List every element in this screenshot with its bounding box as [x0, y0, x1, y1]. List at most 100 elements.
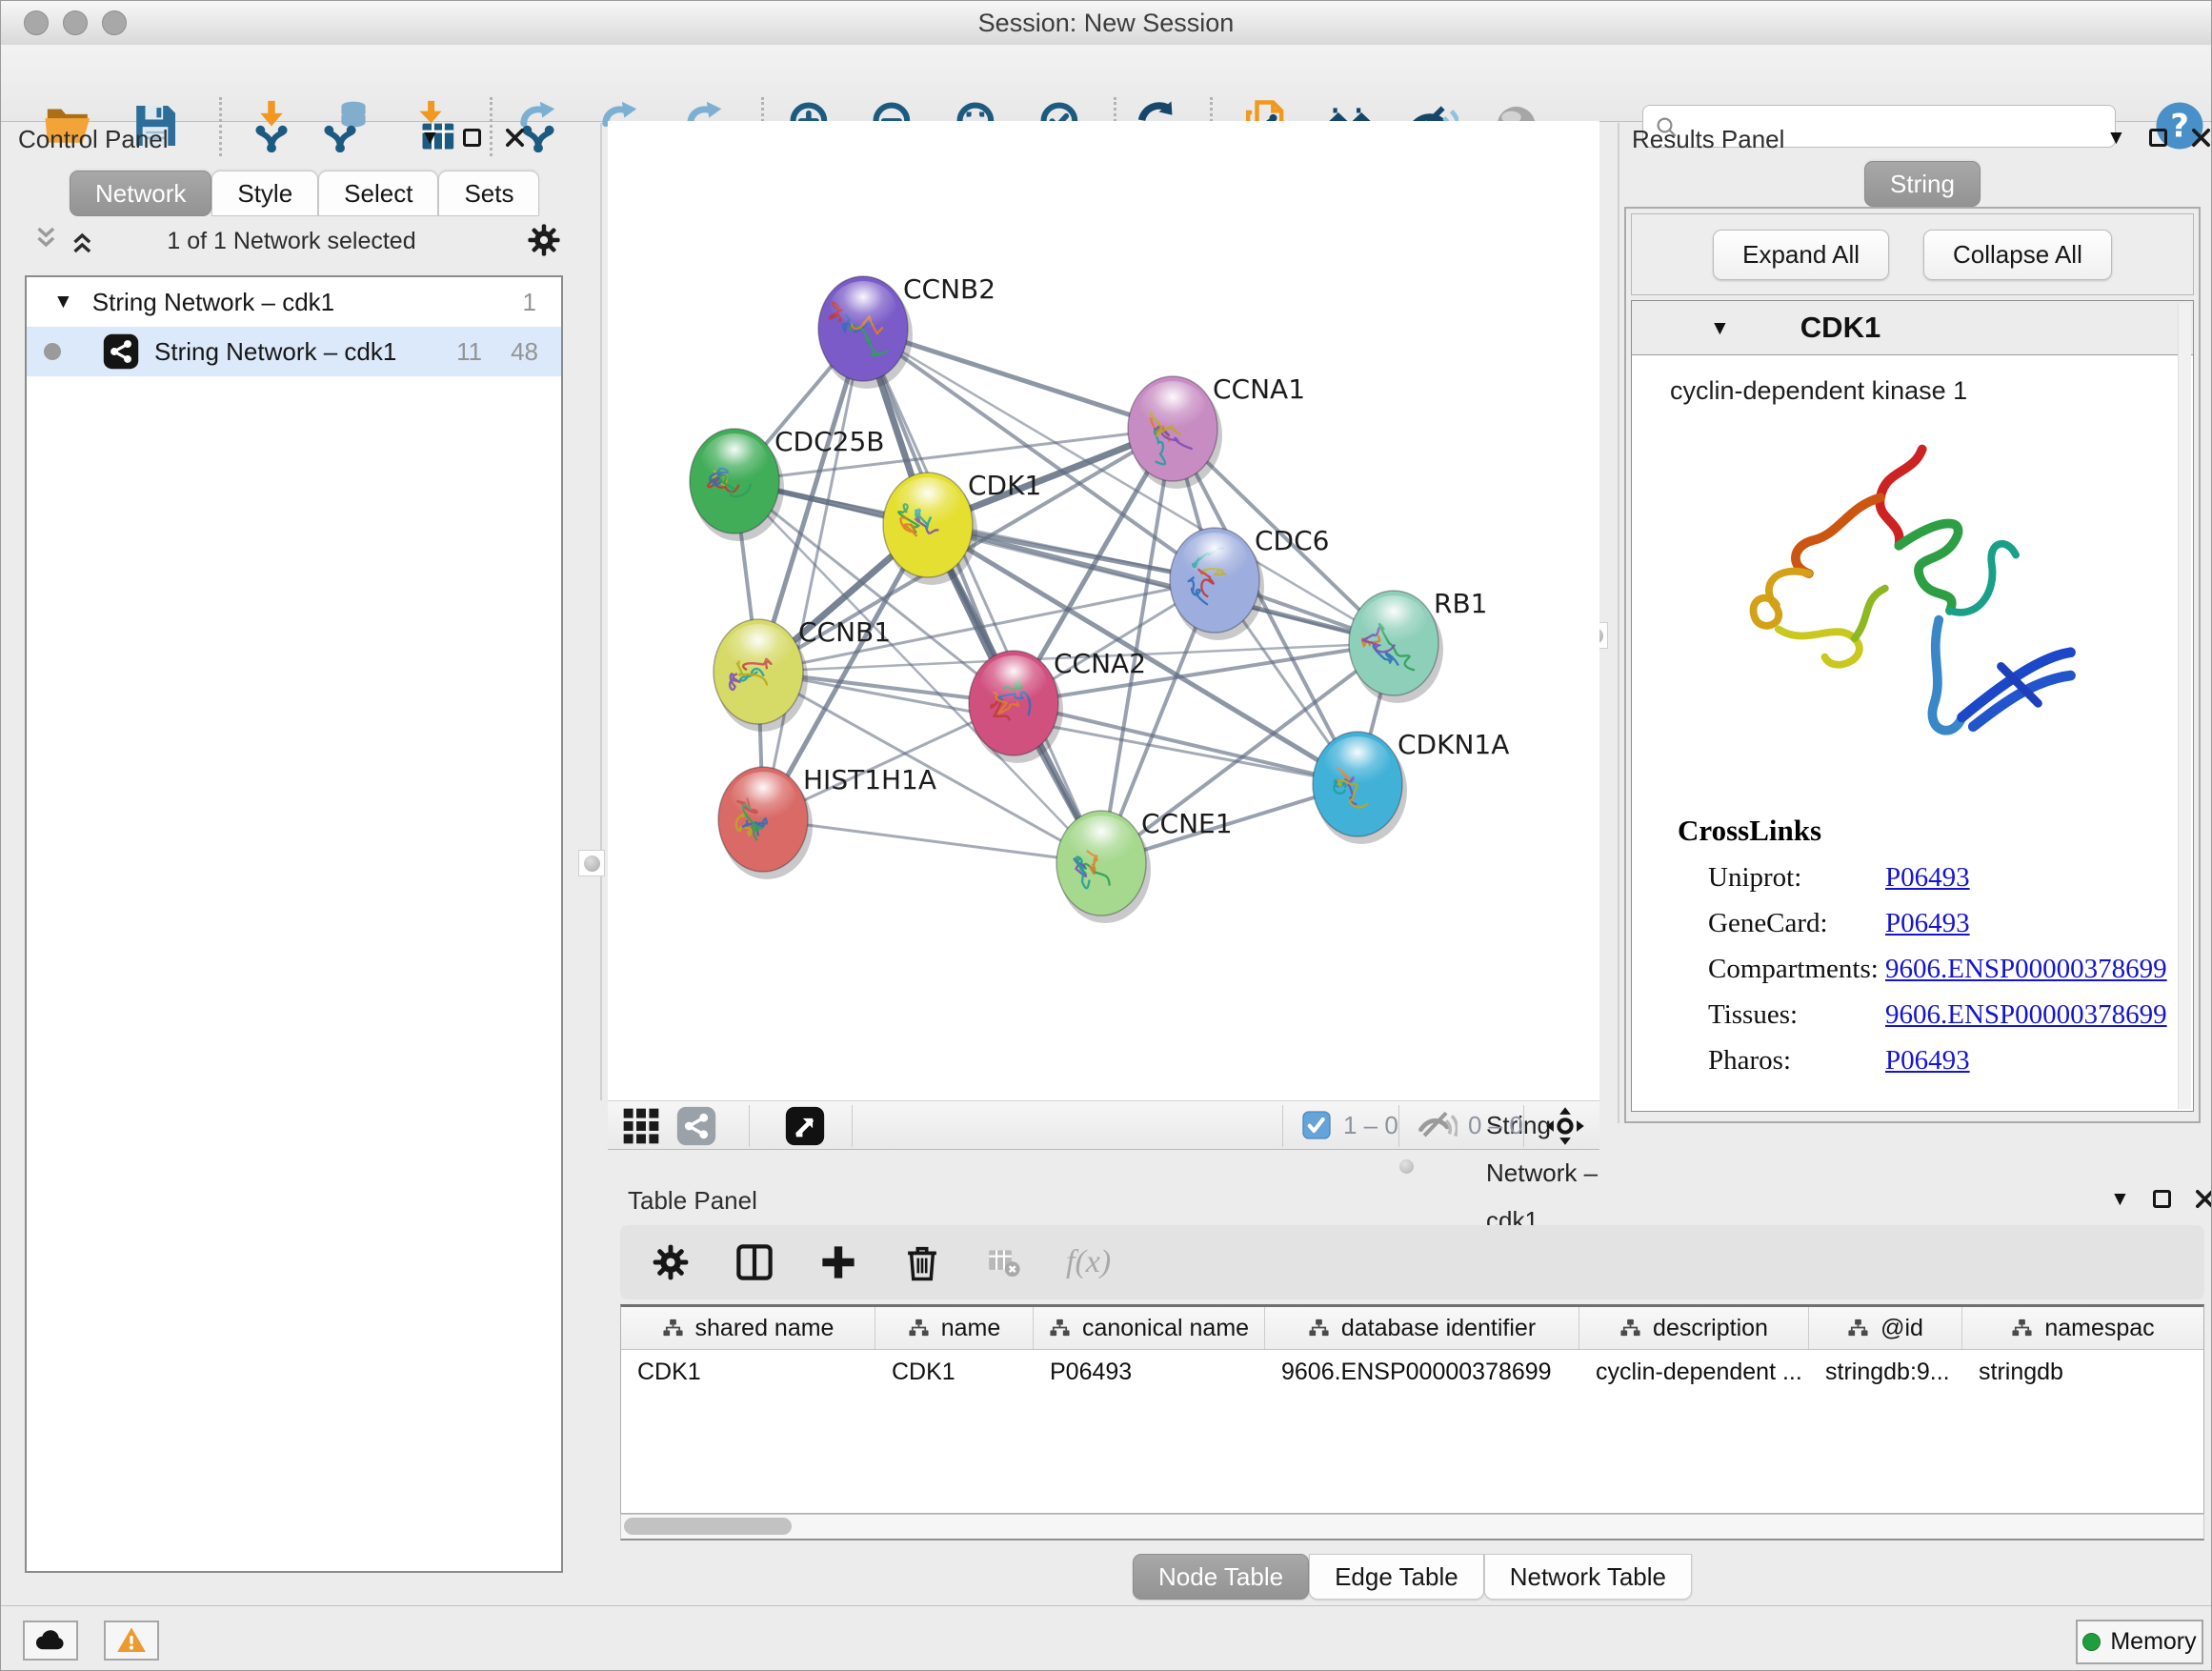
network-node-RB1[interactable] — [1349, 591, 1443, 703]
left-splitter[interactable] — [600, 123, 602, 1100]
gene-header[interactable]: ▼ CDK1 — [1632, 301, 2193, 355]
panel-close-icon[interactable] — [504, 127, 526, 149]
network-edge[interactable] — [1014, 703, 1357, 784]
cell-namespace[interactable]: stringdb — [1962, 1350, 2203, 1394]
panel-float-icon[interactable] — [2153, 1190, 2171, 1208]
import-database-icon[interactable] — [320, 99, 373, 152]
column-header[interactable]: namespac — [1962, 1307, 2203, 1349]
network-node-CCNE1[interactable] — [1056, 811, 1151, 923]
panel-float-icon[interactable] — [2149, 129, 2167, 147]
cell-database-identifier[interactable]: 9606.ENSP00000378699 — [1265, 1350, 1579, 1394]
network-row-selected[interactable]: String Network – cdk1 11 48 — [27, 327, 561, 376]
grid-view-icon[interactable] — [620, 1105, 662, 1147]
collapse-all-icon[interactable] — [30, 224, 63, 256]
crosslink-link[interactable]: P06493 — [1885, 862, 1970, 894]
hidden-eye-icon[interactable] — [1416, 1105, 1458, 1147]
expand-all-button[interactable]: Expand All — [1713, 230, 1889, 280]
main-toolbar: ? — [1, 45, 2211, 122]
column-header[interactable]: database identifier — [1265, 1307, 1579, 1349]
network-node-HIST1H1A[interactable] — [718, 767, 813, 879]
cell-id[interactable]: stringdb:9... — [1809, 1350, 1962, 1394]
minimize-window-button[interactable] — [63, 10, 88, 35]
tab-string[interactable]: String — [1864, 161, 1981, 207]
tab-network-table[interactable]: Network Table — [1484, 1554, 1692, 1600]
horizontal-splitter-grip[interactable] — [1399, 1159, 1414, 1174]
results-scrollbar[interactable] — [2178, 303, 2191, 1109]
birdseye-view-icon[interactable] — [784, 1105, 826, 1147]
warning-button[interactable] — [104, 1621, 159, 1661]
collection-expand-icon[interactable]: ▼ — [53, 291, 73, 313]
network-status-dot — [44, 343, 61, 360]
show-columns-icon[interactable] — [734, 1242, 774, 1282]
tab-edge-table[interactable]: Edge Table — [1309, 1554, 1484, 1600]
window-title: Session: New Session — [1, 1, 2211, 45]
close-window-button[interactable] — [24, 10, 49, 35]
column-header[interactable]: shared name — [621, 1307, 875, 1349]
network-node-CCNA1[interactable] — [1128, 376, 1222, 489]
panel-close-icon[interactable] — [2190, 127, 2212, 149]
import-network-icon[interactable] — [245, 99, 298, 152]
node-label: CDC25B — [774, 426, 885, 457]
share-view-icon[interactable] — [675, 1105, 717, 1147]
function-builder-icon: f(x) — [1066, 1244, 1111, 1280]
scrollbar-thumb[interactable] — [624, 1518, 792, 1535]
memory-button[interactable]: Memory — [2076, 1620, 2203, 1664]
table-row[interactable]: CDK1 CDK1 P06493 9606.ENSP00000378699 cy… — [621, 1350, 2203, 1394]
tab-network[interactable]: Network — [70, 171, 211, 216]
network-edge[interactable] — [763, 819, 1101, 863]
node-table: shared name name canonical name database… — [620, 1304, 2204, 1514]
panel-menu-icon[interactable]: ▼ — [420, 128, 440, 148]
network-node-CCNB1[interactable] — [714, 619, 808, 732]
network-list-toolbar: 1 of 1 Network selected — [25, 218, 563, 268]
tab-sets[interactable]: Sets — [438, 171, 539, 216]
crosslink-link[interactable]: 9606.ENSP00000378699 — [1885, 954, 2167, 985]
collapse-all-button[interactable]: Collapse All — [1923, 230, 2112, 280]
panel-close-icon[interactable] — [2194, 1188, 2212, 1210]
network-node-CDC6[interactable] — [1170, 528, 1264, 640]
gear-icon[interactable] — [526, 222, 562, 258]
string-results-panel: Expand All Collapse All ▼ CDK1 cyclin-de… — [1624, 207, 2201, 1123]
warning-icon — [115, 1624, 148, 1657]
network-edge[interactable] — [763, 329, 863, 819]
network-node-CDC25B[interactable] — [690, 429, 784, 541]
table-horizontal-scrollbar[interactable] — [620, 1514, 2204, 1540]
crosslink-link[interactable]: P06493 — [1885, 908, 1970, 939]
network-label: String Network – cdk1 — [154, 337, 396, 367]
right-splitter[interactable] — [1618, 123, 1619, 1123]
network-node-CCNA2[interactable] — [969, 651, 1063, 763]
network-node-CDKN1A[interactable] — [1313, 732, 1407, 844]
network-node-CCNB2[interactable] — [818, 276, 913, 389]
crosslinks-heading: CrossLinks — [1678, 814, 2193, 848]
crosslink-link[interactable]: 9606.ENSP00000378699 — [1885, 999, 2167, 1031]
network-canvas[interactable]: CCNB2CCNA1CDC25BCDK1CDC6RB1CCNB1CCNA2CDK… — [608, 121, 1599, 1100]
column-header[interactable]: @id — [1809, 1307, 1962, 1349]
tab-select[interactable]: Select — [318, 171, 438, 216]
network-node-CDK1[interactable] — [883, 473, 977, 585]
panel-float-icon[interactable] — [463, 129, 481, 147]
panel-menu-icon[interactable]: ▼ — [2106, 128, 2126, 148]
crosslink-label: Tissues: — [1708, 999, 1885, 1031]
crosslink-row: Compartments:9606.ENSP00000378699 — [1708, 954, 2193, 985]
tab-node-table[interactable]: Node Table — [1133, 1554, 1309, 1600]
cell-description[interactable]: cyclin-dependent ... — [1579, 1350, 1809, 1394]
cloud-button[interactable] — [23, 1621, 78, 1661]
column-header[interactable]: canonical name — [1034, 1307, 1265, 1349]
network-collection-row[interactable]: ▼ String Network – cdk1 1 — [27, 277, 561, 327]
table-gear-icon[interactable] — [651, 1242, 691, 1282]
selected-checkbox-icon[interactable] — [1301, 1110, 1332, 1140]
crosslink-link[interactable]: P06493 — [1885, 1045, 1970, 1077]
fit-crosshair-icon[interactable] — [1544, 1105, 1586, 1147]
cell-shared-name[interactable]: CDK1 — [621, 1350, 875, 1394]
gene-description: cyclin-dependent kinase 1 — [1670, 376, 2193, 406]
tab-style[interactable]: Style — [211, 171, 318, 216]
delete-column-icon[interactable] — [902, 1242, 942, 1282]
panel-menu-icon[interactable]: ▼ — [2110, 1189, 2130, 1209]
cell-canonical-name[interactable]: P06493 — [1034, 1350, 1265, 1394]
column-header[interactable]: name — [875, 1307, 1034, 1349]
gene-collapse-icon[interactable]: ▼ — [1710, 318, 1730, 338]
left-splitter-grip[interactable] — [578, 850, 605, 876]
maximize-window-button[interactable] — [102, 10, 127, 35]
column-header[interactable]: description — [1579, 1307, 1809, 1349]
cell-name[interactable]: CDK1 — [875, 1350, 1034, 1394]
add-column-icon[interactable] — [818, 1242, 858, 1282]
